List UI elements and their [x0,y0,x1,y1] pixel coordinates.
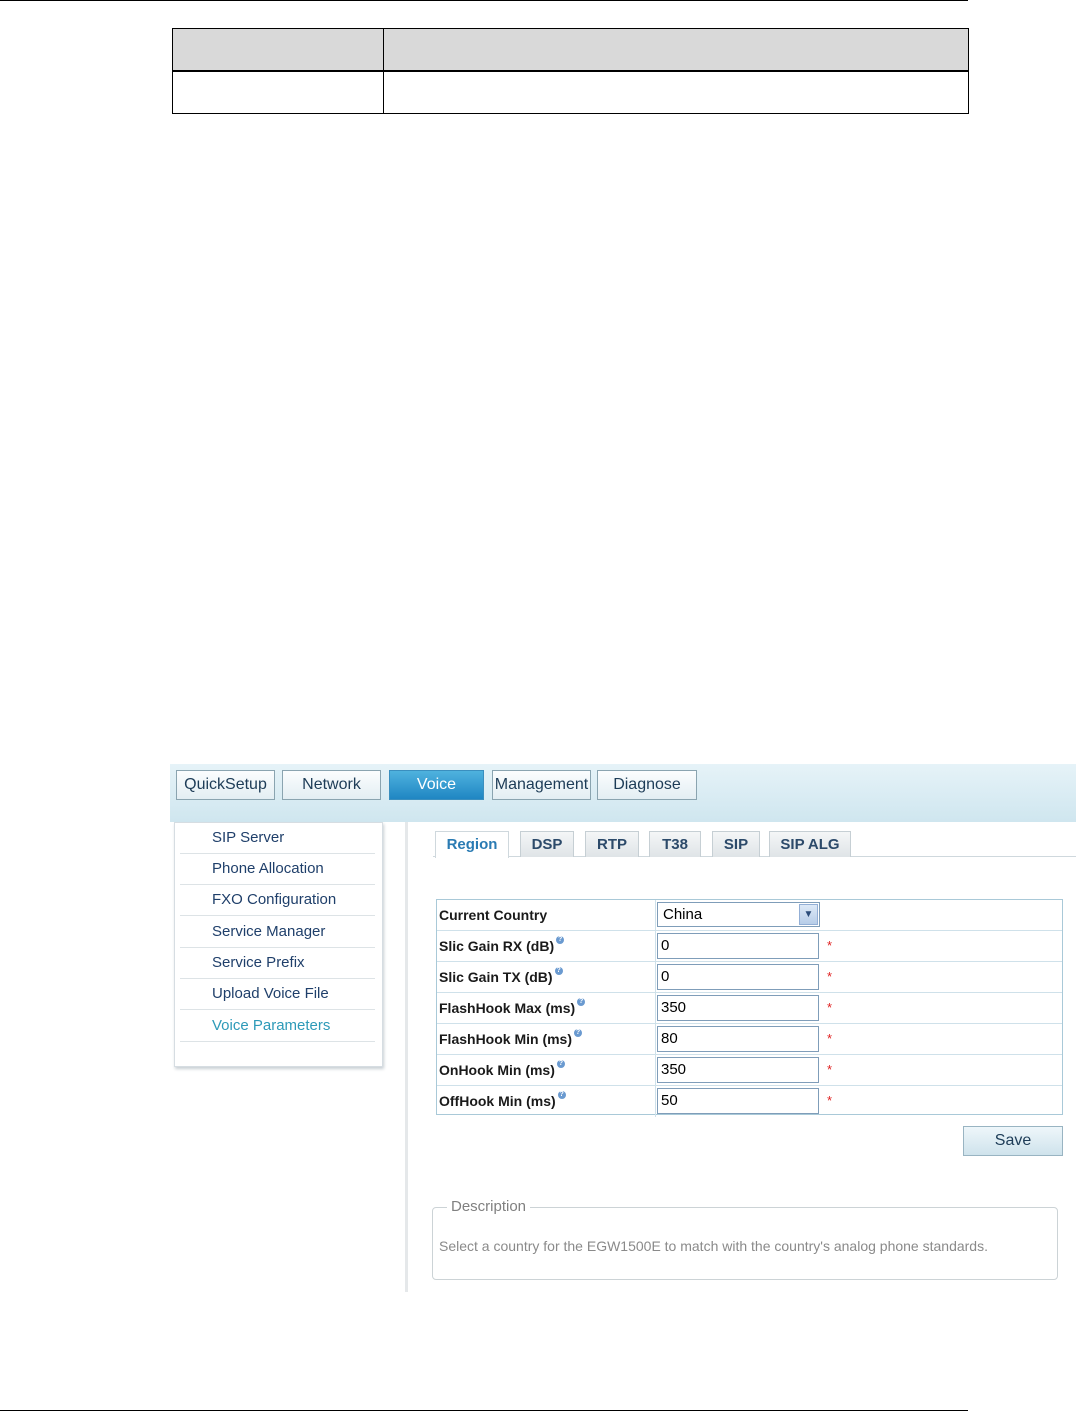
required-marker: * [827,1093,833,1108]
tab-dsp[interactable]: DSP [520,831,574,857]
top-navigation-bar: QuickSetup Network Voice Management Diag… [170,764,1076,822]
field-label: FlashHook Max (ms)? [439,998,586,1016]
required-marker: * [827,969,833,984]
field-label: Slic Gain RX (dB)? [439,936,565,954]
form-row-flashhook-min: FlashHook Min (ms)? 80 * [437,1024,1062,1055]
content-divider [405,822,408,1292]
form-column-divider [655,1024,656,1054]
help-icon[interactable]: ? [577,998,586,1006]
field-label: OffHook Min (ms)? [439,1091,566,1109]
help-icon[interactable]: ? [556,936,565,944]
footer-rule [0,1410,968,1411]
form-row-offhook-min: OffHook Min (ms)? 50 * [437,1086,1062,1117]
description-text: Select a country for the EGW1500E to mat… [439,1238,988,1254]
flashhook-min-input[interactable]: 80 [657,1026,819,1052]
tab-rtp[interactable]: RTP [585,831,639,857]
form-row-onhook-min: OnHook Min (ms)? 350 * [437,1055,1062,1086]
form-column-divider [655,931,656,961]
tab-sip[interactable]: SIP [712,831,760,857]
country-select-value: China [663,906,703,923]
required-marker: * [827,1062,833,1077]
current-country-label: Current Country [439,907,548,923]
field-label: FlashHook Min (ms)? [439,1029,583,1047]
tab-sip-alg[interactable]: SIP ALG [769,831,851,857]
chevron-down-icon[interactable]: ▼ [799,904,818,925]
nav-network[interactable]: Network [282,770,381,800]
form-column-divider [655,1055,656,1085]
slic-gain-rx-input[interactable]: 0 [657,933,819,959]
web-config-screenshot: QuickSetup Network Voice Management Diag… [170,764,1076,1304]
description-box: Description Select a country for the EGW… [432,1198,1058,1280]
form-row-flashhook-max: FlashHook Max (ms)? 350 * [437,993,1062,1024]
document-table [172,28,969,114]
sidebar-item-phone-allocation[interactable]: Phone Allocation [180,854,375,885]
required-marker: * [827,1031,833,1046]
country-select[interactable]: China ▼ [657,902,820,927]
header-rule [0,0,968,1]
sidebar-item-service-prefix[interactable]: Service Prefix [180,948,375,979]
form-column-divider [655,962,656,992]
field-label: Slic Gain TX (dB)? [439,967,563,985]
help-icon[interactable]: ? [574,1029,583,1037]
form-row-slic-gain-rx: Slic Gain RX (dB)? 0 * [437,931,1062,962]
tab-t38[interactable]: T38 [649,831,701,857]
form-column-divider [655,993,656,1023]
form-row-slic-gain-tx: Slic Gain TX (dB)? 0 * [437,962,1062,993]
nav-management[interactable]: Management [492,770,591,800]
form-column-divider [655,1086,656,1117]
help-icon[interactable]: ? [557,1091,566,1099]
nav-quicksetup[interactable]: QuickSetup [176,770,275,800]
nav-diagnose[interactable]: Diagnose [597,770,697,800]
onhook-min-input[interactable]: 350 [657,1057,819,1083]
region-form: Current Country China ▼ Slic Gain RX (dB… [436,899,1063,1117]
sidebar-item-voice-parameters[interactable]: Voice Parameters [180,1011,375,1042]
help-icon[interactable]: ? [556,1060,565,1068]
voice-sidebar: SIP Server Phone Allocation FXO Configur… [174,822,383,1067]
save-button[interactable]: Save [963,1126,1063,1156]
form-row-current-country: Current Country China ▼ [437,900,1062,931]
required-marker: * [827,938,833,953]
tab-region[interactable]: Region [435,831,509,858]
description-title: Description [447,1198,531,1215]
document-table-header [173,29,968,72]
document-table-divider [383,29,384,113]
form-column-divider [655,900,656,930]
sidebar-item-upload-voice-file[interactable]: Upload Voice File [180,979,375,1010]
sidebar-item-sip-server[interactable]: SIP Server [180,823,375,854]
help-icon[interactable]: ? [554,967,563,975]
sidebar-item-service-manager[interactable]: Service Manager [180,917,375,948]
nav-voice[interactable]: Voice [389,770,484,800]
field-label: OnHook Min (ms)? [439,1060,565,1078]
required-marker: * [827,1000,833,1015]
offhook-min-input[interactable]: 50 [657,1088,819,1114]
flashhook-max-input[interactable]: 350 [657,995,819,1021]
sidebar-item-fxo-configuration[interactable]: FXO Configuration [180,885,375,916]
slic-gain-tx-input[interactable]: 0 [657,964,819,990]
